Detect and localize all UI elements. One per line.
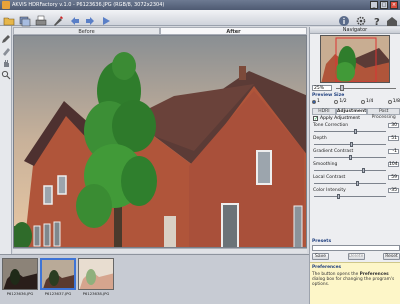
film-file-name: P6123637.JPG	[44, 291, 72, 296]
tone-correction-value[interactable]: 30	[388, 123, 399, 128]
local-contrast-handle[interactable]	[356, 181, 359, 186]
preview-size-label: Preview Size	[312, 93, 345, 98]
run-icon[interactable]	[100, 12, 112, 25]
tab-after[interactable]: After	[160, 27, 307, 35]
help-text-after: dialog box for changing the program's op…	[312, 277, 395, 287]
view-tabs: Before After	[13, 27, 307, 35]
zoom-select[interactable]: 25%	[312, 85, 332, 91]
brush-icon[interactable]	[52, 12, 64, 26]
svg-text:?: ?	[374, 17, 380, 27]
preview-option-1-4[interactable]: 1/4	[361, 99, 373, 104]
image-canvas[interactable]	[13, 35, 307, 248]
house-photo	[14, 36, 306, 247]
settings-tabs: HDRI Adjustment Post Processing	[312, 108, 400, 120]
help-heading: Preferences	[312, 265, 342, 270]
zoom-track[interactable]	[336, 88, 396, 89]
pen-tool-icon[interactable]	[1, 29, 11, 43]
tab-post-processing[interactable]: Post Processing	[367, 108, 400, 120]
close-button[interactable]: ×	[390, 1, 398, 9]
toolbar: ?	[0, 10, 400, 28]
slider-tone-correction[interactable]: Tone Correction 30	[312, 123, 400, 135]
redo-icon[interactable]	[84, 12, 96, 25]
tone-correction-handle[interactable]	[354, 129, 357, 134]
presets-group: Presets Save Delete Reset	[312, 239, 400, 263]
preview-option-1[interactable]: 1	[312, 99, 320, 104]
slider-color-intensity[interactable]: Color Intensity -35	[312, 188, 400, 200]
navigator-title: Navigator	[310, 27, 400, 34]
preview-size-group: Preview Size 1 1/2 1/4 1/8	[312, 93, 400, 104]
app-icon	[2, 1, 10, 9]
left-toolbar	[0, 26, 12, 254]
tab-adjustment[interactable]: Adjustment	[335, 108, 368, 115]
film-thumb-2[interactable]: P6123637.JPG	[40, 258, 76, 302]
help-icon[interactable]: ?	[371, 12, 383, 28]
horizontal-scrollbar[interactable]	[13, 248, 307, 253]
color-intensity-value[interactable]: -35	[388, 188, 399, 193]
save-preset-button[interactable]: Save	[312, 253, 329, 260]
apply-adjustment-row[interactable]: ✓ Apply Adjustment	[313, 116, 360, 122]
film-thumb-1[interactable]: P6123636.JPG	[2, 258, 38, 302]
settings-panel: Navigator 25% Preview Size 1 1/2 1/4 1/8…	[309, 27, 400, 304]
zoom-row: 25%	[312, 84, 400, 92]
title-bar: AKVIS HDRFactory v.1.0 - P6123636.JPG (R…	[0, 0, 400, 10]
tab-before[interactable]: Before	[13, 27, 160, 35]
depth-value[interactable]: 51	[388, 136, 399, 141]
slider-smoothing[interactable]: Smoothing 104	[312, 162, 400, 174]
presets-label: Presets	[312, 239, 332, 244]
film-thumb-3[interactable]: P6123638.JPG	[78, 258, 114, 302]
maximize-button[interactable]: □	[380, 1, 388, 9]
settings-icon[interactable]	[355, 12, 367, 26]
depth-handle[interactable]	[350, 142, 353, 147]
color-intensity-handle[interactable]	[337, 194, 340, 199]
hand-tool-icon[interactable]	[1, 53, 11, 67]
window-title: AKVIS HDRFactory v.1.0 - P6123636.JPG (R…	[12, 2, 165, 8]
filmstrip: P6123636.JPG P6123637.JPG P6123638.JPG	[0, 254, 309, 304]
print-icon[interactable]	[35, 12, 47, 26]
delete-preset-button[interactable]: Delete	[347, 253, 365, 260]
home-icon[interactable]	[386, 12, 398, 26]
tab-hdri[interactable]: HDRI	[312, 108, 336, 115]
preview-option-1-8[interactable]: 1/8	[387, 99, 400, 104]
zoom-tool-icon[interactable]	[1, 65, 11, 80]
help-panel: Preferences The button opens the Prefere…	[310, 262, 400, 304]
info-icon[interactable]	[338, 12, 350, 26]
minimize-button[interactable]: _	[370, 1, 378, 9]
eraser-icon[interactable]	[1, 41, 11, 56]
open-icon[interactable]	[3, 12, 15, 26]
smoothing-handle[interactable]	[362, 168, 365, 173]
smoothing-value[interactable]: 104	[388, 162, 399, 167]
slider-depth[interactable]: Depth 51	[312, 136, 400, 148]
zoom-slider-handle[interactable]	[340, 85, 344, 91]
slider-gradient-contrast[interactable]: Gradient Contrast -1	[312, 149, 400, 161]
film-file-name: P6123638.JPG	[82, 291, 110, 296]
presets-select[interactable]	[312, 245, 400, 251]
apply-adjustment-label: Apply Adjustment	[320, 116, 360, 121]
local-contrast-value[interactable]: 59	[388, 175, 399, 180]
film-file-name: P6123636.JPG	[6, 291, 34, 296]
undo-icon[interactable]	[69, 12, 81, 25]
gradient-contrast-value[interactable]: -1	[388, 149, 399, 154]
navigator-thumbnail[interactable]	[320, 35, 390, 83]
reset-preset-button[interactable]: Reset	[383, 253, 400, 260]
batch-icon[interactable]	[19, 12, 31, 27]
apply-adjustment-checkbox[interactable]: ✓	[313, 116, 318, 122]
gradient-contrast-handle[interactable]	[349, 155, 352, 160]
preview-option-1-2[interactable]: 1/2	[334, 99, 347, 104]
slider-local-contrast[interactable]: Local Contrast 59	[312, 175, 400, 187]
